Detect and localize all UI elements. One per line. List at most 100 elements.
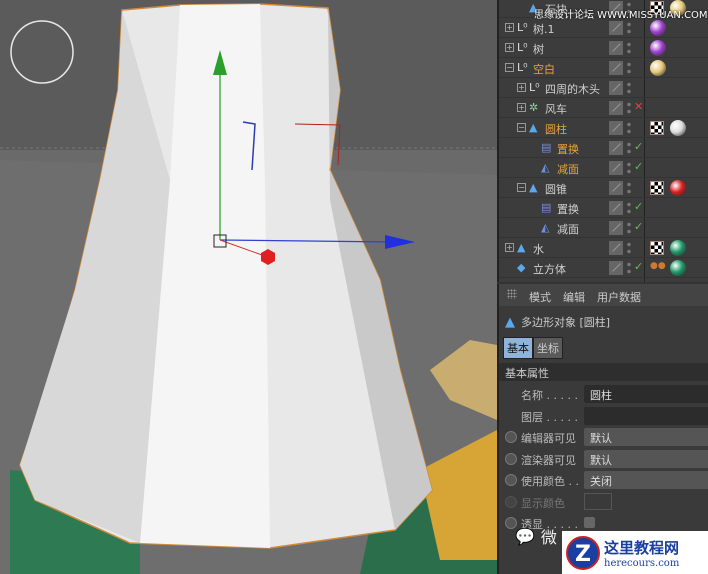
material-tag-icon[interactable] [650,20,666,36]
attr-row: 显示颜色 [499,492,708,512]
attr-row: 名称 . . . . . 圆柱 [499,384,708,404]
object-name: 减面 [557,223,579,236]
layer-toggle[interactable] [609,81,623,95]
polygon-icon: ▲ [517,241,526,254]
visibility-dots[interactable] [627,181,631,195]
texture-tag-icon[interactable] [650,181,664,195]
enabled-check-icon[interactable]: ✓ [634,140,643,153]
tab-coords[interactable]: 坐标 [533,337,563,359]
layer-toggle[interactable] [609,101,623,115]
expand-toggle[interactable]: − [517,183,526,192]
attribute-manager: 模式 编辑 用户数据 ▲ 多边形对象 [圆柱] 基本 坐标 基本属性 名称 . … [497,284,708,574]
texture-tag-icon[interactable] [650,121,664,135]
visibility-dots[interactable] [627,41,631,55]
layer-toggle[interactable] [609,181,623,195]
expand-toggle[interactable]: + [505,243,514,252]
visibility-dots[interactable] [627,161,631,175]
layer-toggle[interactable] [609,161,623,175]
material-tag-icon[interactable] [650,40,666,56]
enabled-check-icon[interactable]: ✓ [634,220,643,233]
expand-toggle[interactable]: + [505,43,514,52]
enabled-check-icon[interactable]: ✓ [634,160,643,173]
animate-radio[interactable] [505,431,517,443]
object-row[interactable]: ◭ 减面 ✓ [499,158,708,178]
object-row[interactable]: + ▲ 水 [499,238,708,258]
object-row[interactable]: + L⁰ 树 [499,38,708,58]
3d-viewport[interactable] [0,0,497,574]
visibility-dots[interactable] [627,221,631,235]
object-name: 树.1 [533,23,555,36]
animate-radio[interactable] [505,452,517,465]
attr-select[interactable]: 默认 [584,428,708,446]
attr-label: 使用颜色 . . [521,475,579,488]
visibility-dots[interactable] [627,81,631,95]
color-swatch[interactable] [584,492,612,510]
menu-edit[interactable]: 编辑 [563,289,585,306]
layer-toggle[interactable] [609,121,623,135]
layer-toggle[interactable] [609,241,623,255]
reduce-icon: ◭ [541,161,550,174]
phong-tag-icon[interactable]: ●● [650,261,666,271]
attr-label: 渲染器可见 [521,453,576,467]
object-row[interactable]: ▤ 置换 ✓ [499,138,708,158]
visibility-dots[interactable] [627,61,631,75]
attr-checkbox[interactable] [584,517,595,528]
object-row[interactable]: − L⁰ 空白 [499,58,708,78]
layer-toggle[interactable] [609,221,623,235]
visibility-dots[interactable] [627,121,631,135]
expand-toggle[interactable]: + [517,103,526,112]
brand-url: herecours.com [604,557,680,569]
object-row[interactable]: ◆ 立方体 ✓ ●● [499,258,708,278]
layer-toggle[interactable] [609,41,623,55]
viewport-scene[interactable] [0,0,497,574]
disabled-x-icon[interactable]: ✕ [634,100,643,113]
polygon-icon: ▲ [505,314,515,330]
material-tag-icon[interactable] [670,120,686,136]
visibility-dots[interactable] [627,141,631,155]
layer-toggle[interactable] [609,201,623,215]
material-tag-icon[interactable] [670,240,686,256]
object-name: 置换 [557,203,579,216]
visibility-dots[interactable] [627,261,631,275]
expand-toggle[interactable]: + [517,83,526,92]
attr-text-input[interactable] [584,406,708,425]
animate-radio[interactable] [505,495,517,508]
attr-select[interactable]: 关闭 [584,471,708,489]
attr-select[interactable]: 默认 [584,449,708,468]
material-tag-icon[interactable] [670,180,686,196]
object-row[interactable]: + L⁰ 树.1 [499,18,708,38]
visibility-dots[interactable] [627,21,631,35]
expand-toggle[interactable]: − [517,123,526,132]
material-tag-icon[interactable] [670,260,686,276]
tab-basic[interactable]: 基本 [503,337,533,359]
object-row[interactable]: − ▲ 圆柱 [499,118,708,138]
attr-text-input[interactable]: 圆柱 [584,385,708,403]
expand-toggle[interactable]: + [505,23,514,32]
enabled-check-icon[interactable]: ✓ [634,200,643,213]
visibility-dots[interactable] [627,241,631,255]
polygon-icon: ▲ [529,121,538,134]
object-row[interactable]: ◭ 减面 ✓ [499,218,708,238]
layer-toggle[interactable] [609,141,623,155]
object-name: 圆柱 [545,123,567,136]
brand-name: 这里教程网 [604,538,680,557]
enabled-check-icon[interactable]: ✓ [634,260,643,273]
object-row[interactable]: + ✲ 风车 ✕ [499,98,708,118]
object-name: 立方体 [533,263,566,276]
material-tag-icon[interactable] [650,60,666,76]
wechat-icon: 💬 [515,526,535,546]
object-row[interactable]: − ▲ 圆锥 [499,178,708,198]
visibility-dots[interactable] [627,101,631,115]
expand-toggle[interactable]: − [505,63,514,72]
menu-mode[interactable]: 模式 [529,289,551,306]
animate-radio[interactable] [505,474,517,486]
layer-toggle[interactable] [609,21,623,35]
wechat-text: 微 [540,528,557,547]
visibility-dots[interactable] [627,201,631,215]
texture-tag-icon[interactable] [650,241,664,255]
menu-userdata[interactable]: 用户数据 [597,289,641,306]
layer-toggle[interactable] [609,61,623,75]
object-row[interactable]: + L⁰ 四周的木头 [499,78,708,98]
layer-toggle[interactable] [609,261,623,275]
object-row[interactable]: ▤ 置换 ✓ [499,198,708,218]
